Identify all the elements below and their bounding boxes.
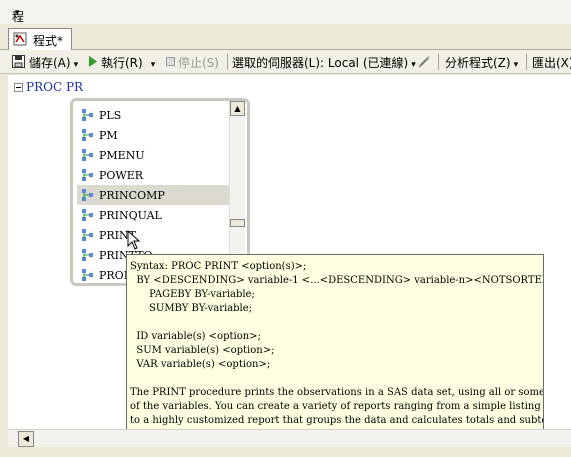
autocomplete-item-label: PM [99, 129, 118, 142]
autocomplete-item[interactable]: PMENU [77, 145, 229, 165]
mouse-pointer-icon [127, 230, 141, 250]
autocomplete-item[interactable]: POWER [77, 165, 229, 185]
procedure-icon [82, 109, 93, 121]
autocomplete-item-label: PMENU [99, 149, 145, 162]
procedure-icon [82, 229, 93, 241]
stop-button[interactable]: 停止(S) [178, 54, 219, 71]
chevron-down-icon: ▾ [73, 60, 79, 70]
code-line[interactable]: PROC PR [26, 80, 83, 94]
server-disconnect-icon[interactable] [417, 55, 431, 69]
procedure-icon [82, 269, 93, 281]
analyze-program-button[interactable]: 分析程式(Z) ▾ [445, 54, 518, 71]
export-button[interactable]: 匯出(X) [532, 54, 571, 71]
run-button[interactable]: 執行(R) ▾ [101, 54, 155, 71]
autocomplete-item[interactable]: PLS [77, 105, 229, 125]
autocomplete-item[interactable]: PRINT [77, 225, 229, 245]
syntax-tooltip: Syntax: PROC PRINT <option(s)>; BY <DESC… [126, 254, 544, 444]
separator [438, 54, 439, 70]
program-menu[interactable]: 程式▾ [0, 0, 571, 41]
server-selector[interactable]: 選取的伺服器(L): Local (已連線) ▾ [232, 54, 416, 71]
bottom-strip [0, 447, 571, 457]
chevron-down-icon: ▾ [15, 8, 20, 18]
autocomplete-item-label: POWER [99, 169, 144, 182]
scroll-up-icon[interactable]: ▲ [230, 101, 245, 116]
tab-strip [0, 24, 571, 50]
autocomplete-item-label: PRINCOMP [99, 189, 165, 202]
separator [227, 54, 228, 70]
play-icon [89, 56, 97, 67]
horizontal-scrollbar[interactable]: ◀ [8, 429, 571, 447]
autocomplete-item[interactable]: PRINQUAL [77, 205, 229, 225]
tab-label: 程式* [33, 34, 64, 48]
procedure-icon [82, 189, 93, 201]
scrollbar-thumb[interactable] [230, 219, 245, 227]
procedure-icon [82, 149, 93, 161]
autocomplete-item-label: PRINQUAL [99, 209, 162, 222]
floppy-disk-icon [12, 55, 25, 68]
chevron-down-icon: ▾ [513, 60, 519, 70]
collapse-toggle-icon[interactable] [14, 83, 23, 92]
procedure-icon [82, 169, 93, 181]
program-icon [13, 32, 27, 46]
autocomplete-item[interactable]: PM [77, 125, 229, 145]
procedure-icon [82, 209, 93, 221]
chevron-down-icon: ▾ [411, 60, 416, 70]
procedure-icon [82, 129, 93, 141]
toolbar: 儲存(A) ▾ 執行(R) ▾ 停止(S) 選取的伺服器(L): Local (已連… [0, 50, 571, 74]
scroll-left-icon[interactable]: ◀ [18, 431, 34, 447]
tab-program[interactable]: 程式* [8, 28, 72, 50]
stop-square-icon [166, 57, 175, 66]
save-button[interactable]: 儲存(A) ▾ [29, 54, 78, 71]
procedure-icon [82, 249, 93, 261]
chevron-down-icon: ▾ [150, 60, 156, 70]
separator [526, 54, 527, 70]
autocomplete-item-label: PLS [99, 109, 122, 122]
autocomplete-item[interactable]: PRINCOMP [77, 185, 229, 205]
